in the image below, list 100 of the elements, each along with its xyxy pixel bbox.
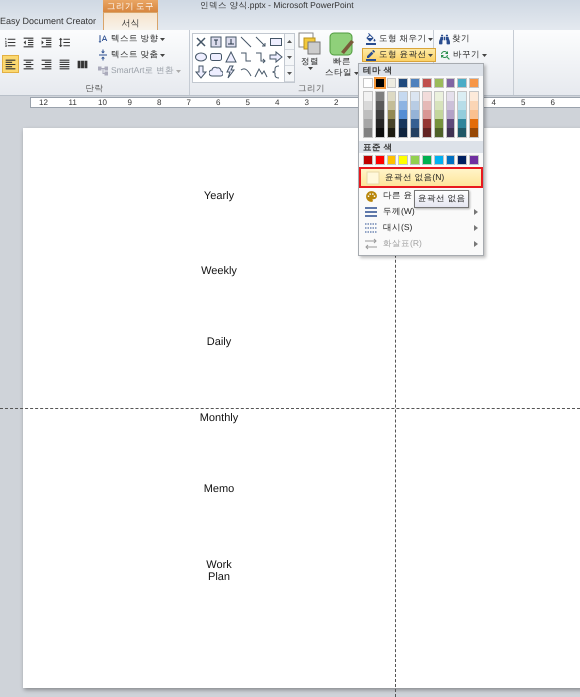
color-swatch[interactable] — [399, 101, 408, 110]
color-swatch[interactable] — [364, 101, 372, 110]
rectangle-icon[interactable] — [269, 35, 283, 49]
ribbon-tab[interactable]: Easy Document Creator — [0, 12, 100, 30]
color-swatch[interactable] — [446, 128, 454, 137]
color-swatch[interactable] — [399, 92, 408, 101]
color-swatch[interactable] — [399, 128, 408, 137]
color-swatch[interactable] — [470, 101, 478, 110]
color-swatch[interactable] — [434, 78, 444, 88]
menu-item[interactable]: 다른 윤 — [359, 188, 412, 204]
color-swatch[interactable] — [411, 119, 419, 128]
color-swatch[interactable] — [422, 119, 431, 128]
ribbon-button[interactable]: 도형 윤곽선 — [362, 48, 436, 62]
menu-item[interactable]: 윤곽선 없음(N) — [359, 167, 483, 188]
triangle-icon[interactable] — [224, 50, 238, 64]
color-swatch[interactable] — [469, 78, 479, 88]
color-swatch[interactable] — [364, 92, 372, 101]
line-icon[interactable] — [239, 35, 253, 49]
align-button[interactable] — [2, 55, 19, 73]
color-swatch[interactable] — [458, 101, 466, 110]
color-swatch[interactable] — [458, 92, 466, 101]
ribbon-tab[interactable]: 서식 — [103, 12, 158, 30]
color-swatch[interactable] — [399, 110, 408, 119]
quick-styles-button[interactable]: 빠른 스타일 — [325, 32, 359, 82]
color-swatch[interactable] — [470, 110, 478, 119]
cloud-icon[interactable] — [209, 65, 223, 79]
color-swatch[interactable] — [411, 110, 419, 119]
color-swatch[interactable] — [374, 155, 385, 165]
color-swatch[interactable] — [446, 119, 454, 128]
color-swatch[interactable] — [446, 92, 454, 101]
oval-icon[interactable] — [194, 50, 208, 64]
ribbon-button[interactable]: 바꾸기 — [436, 48, 511, 62]
color-swatch[interactable] — [364, 128, 372, 137]
color-swatch[interactable] — [458, 110, 466, 119]
color-swatch[interactable] — [469, 155, 479, 165]
color-swatch[interactable] — [422, 78, 432, 88]
color-swatch[interactable] — [411, 128, 419, 137]
color-swatch[interactable] — [376, 110, 384, 119]
color-swatch[interactable] — [388, 92, 396, 101]
color-swatch[interactable] — [446, 110, 454, 119]
color-swatch[interactable] — [470, 92, 478, 101]
color-swatch[interactable] — [422, 128, 431, 137]
color-swatch[interactable] — [388, 110, 396, 119]
color-swatch[interactable] — [388, 128, 396, 137]
rounded-rectangle-icon[interactable] — [209, 50, 223, 64]
color-swatch[interactable] — [388, 119, 396, 128]
color-swatch[interactable] — [446, 101, 454, 110]
color-swatch[interactable] — [363, 78, 373, 88]
color-swatch[interactable] — [470, 128, 478, 137]
connector-icon[interactable] — [254, 50, 268, 64]
color-swatch[interactable] — [376, 101, 384, 110]
color-swatch[interactable] — [398, 78, 408, 88]
arrange-button[interactable]: 정렬 — [298, 32, 322, 82]
color-swatch[interactable] — [376, 92, 384, 101]
color-swatch[interactable] — [376, 128, 384, 137]
color-swatch[interactable] — [411, 92, 419, 101]
color-swatch[interactable] — [422, 155, 432, 165]
color-swatch[interactable] — [410, 78, 420, 88]
color-swatch[interactable] — [434, 92, 443, 101]
color-swatch[interactable] — [458, 119, 466, 128]
color-swatch[interactable] — [458, 128, 466, 137]
ribbon-button[interactable]: 텍스트 맞춤 — [94, 48, 184, 62]
text-box-icon[interactable] — [209, 35, 223, 49]
color-swatch[interactable] — [457, 78, 468, 88]
down-arrow-icon[interactable] — [194, 65, 208, 79]
color-swatch[interactable] — [364, 119, 372, 128]
color-swatch[interactable] — [457, 155, 468, 165]
color-swatch[interactable] — [422, 101, 431, 110]
right-arrow-icon[interactable] — [269, 50, 283, 64]
color-swatch[interactable] — [434, 110, 443, 119]
color-swatch[interactable] — [388, 101, 396, 110]
cross-icon[interactable] — [194, 35, 208, 49]
color-swatch[interactable] — [364, 110, 372, 119]
arrow-icon[interactable] — [254, 35, 268, 49]
ribbon-button[interactable]: 찾기 — [436, 32, 511, 46]
color-swatch[interactable] — [398, 155, 408, 165]
color-swatch[interactable] — [399, 119, 408, 128]
connector-icon[interactable] — [239, 50, 253, 64]
shapes-gallery[interactable] — [192, 33, 295, 83]
color-swatch[interactable] — [446, 78, 456, 88]
color-swatch[interactable] — [434, 101, 443, 110]
text-box-icon[interactable] — [224, 35, 238, 49]
color-swatch[interactable] — [470, 119, 478, 128]
color-swatch[interactable] — [434, 119, 443, 128]
color-swatch[interactable] — [363, 155, 373, 165]
menu-item[interactable]: 대시(S) — [359, 220, 483, 236]
color-swatch[interactable] — [410, 155, 420, 165]
color-swatch[interactable] — [386, 155, 396, 165]
lightning-icon[interactable] — [224, 65, 238, 79]
color-swatch[interactable] — [434, 128, 443, 137]
ribbon-button[interactable]: 텍스트 방향 — [94, 32, 184, 46]
color-swatch[interactable] — [434, 155, 444, 165]
color-swatch[interactable] — [446, 155, 456, 165]
color-swatch[interactable] — [411, 101, 419, 110]
color-swatch[interactable] — [376, 119, 384, 128]
color-swatch[interactable] — [422, 92, 431, 101]
color-swatch[interactable] — [374, 78, 385, 88]
color-swatch[interactable] — [386, 78, 396, 88]
color-swatch[interactable] — [422, 110, 431, 119]
ribbon-button[interactable]: 도형 채우기 — [362, 32, 436, 46]
